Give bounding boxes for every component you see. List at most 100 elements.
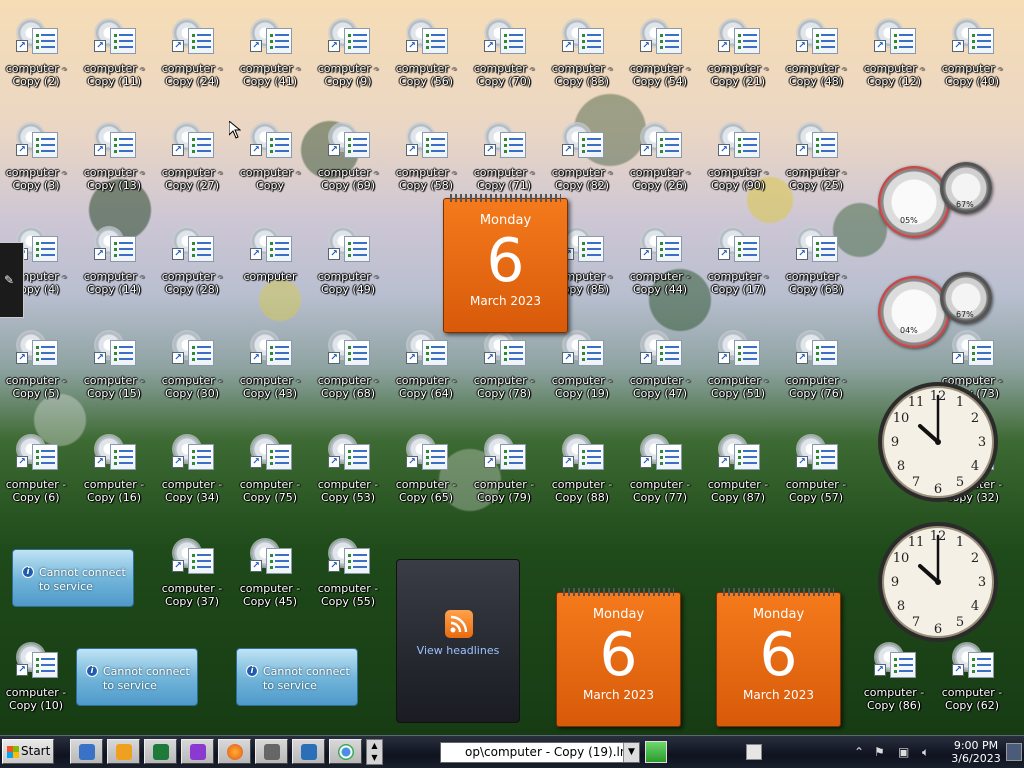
desktop-shortcut[interactable]: ↗ computer - Copy (25) (777, 114, 855, 204)
calendar-gadget[interactable]: Monday 6 March 2023 (716, 588, 841, 727)
quick-launch-terminal[interactable] (144, 739, 177, 764)
desktop-shortcut[interactable]: ↗ computer - Copy (76) (777, 322, 855, 412)
desktop-shortcut[interactable]: ↗ computer - Copy (3) (0, 114, 75, 204)
desktop-shortcut[interactable]: ↗ computer - Copy (45) (231, 530, 309, 620)
start-button[interactable]: Start (2, 739, 54, 764)
desktop-shortcut[interactable]: ↗ computer - Copy (56) (387, 10, 465, 100)
desktop-shortcut[interactable]: ↗ computer - Copy (231, 114, 309, 204)
desktop-shortcut[interactable]: ↗ computer - Copy (48) (777, 10, 855, 100)
desktop-shortcut[interactable]: ↗ computer - Copy (68) (309, 322, 387, 412)
desktop-shortcut[interactable]: ↗ computer - Copy (70) (465, 10, 543, 100)
desktop-shortcut[interactable]: ↗ computer (231, 218, 309, 308)
desktop-shortcut[interactable]: ↗ computer - Copy (21) (699, 10, 777, 100)
desktop-shortcut[interactable]: ↗ computer - Copy (47) (621, 322, 699, 412)
weather-gadget[interactable]: i Cannot connect to service (76, 648, 198, 706)
desktop-shortcut[interactable]: ↗ computer - Copy (71) (465, 114, 543, 204)
desktop-shortcut[interactable]: ↗ computer - Copy (28) (153, 218, 231, 308)
shortcut-arrow-icon: ↗ (16, 352, 28, 364)
desktop-shortcut[interactable]: ↗ computer - Copy (55) (309, 530, 387, 620)
calendar-gadget[interactable]: Monday 6 March 2023 (556, 588, 681, 727)
shortcut-arrow-icon: ↗ (640, 352, 652, 364)
sidebar-toggle[interactable]: ✎ (0, 242, 24, 318)
firefox-icon (227, 744, 243, 760)
quick-launch-chrome[interactable] (329, 739, 362, 764)
quick-launch-computer[interactable] (70, 739, 103, 764)
cpu-meter-gadget[interactable]: 04% 67% (876, 272, 996, 358)
desktop-shortcut[interactable]: ↗ computer - Copy (49) (309, 218, 387, 308)
desktop-shortcut[interactable]: ↗ computer - Copy (11) (75, 10, 153, 100)
quick-launch-chat[interactable] (181, 739, 214, 764)
network-icon[interactable]: ▣ (898, 745, 909, 759)
desktop-shortcut[interactable]: ↗ computer - Copy (34) (153, 426, 231, 516)
desktop[interactable]: ↗ computer - Copy (2) ↗ computer - Copy (11… (0, 0, 1024, 735)
desktop-shortcut[interactable]: ↗ computer - Copy (27) (153, 114, 231, 204)
desktop-shortcut[interactable]: ↗ computer - Copy (63) (777, 218, 855, 308)
desktop-shortcut[interactable]: ↗ computer - Copy (13) (75, 114, 153, 204)
desktop-shortcut[interactable]: ↗ computer - Copy (19) (543, 322, 621, 412)
desktop-shortcut[interactable]: ↗ computer - Copy (12) (855, 10, 933, 100)
desktop-shortcut[interactable]: ↗ computer - Copy (79) (465, 426, 543, 516)
desktop-shortcut[interactable]: ↗ computer - Copy (57) (777, 426, 855, 516)
weather-gadget[interactable]: i Cannot connect to service (12, 549, 134, 607)
notepad-icon[interactable] (746, 744, 762, 760)
view-headlines-link[interactable]: View headlines (397, 644, 519, 657)
weather-gadget[interactable]: i Cannot connect to service (236, 648, 358, 706)
quick-launch-display[interactable] (292, 739, 325, 764)
desktop-shortcut[interactable]: ↗ computer - Copy (83) (543, 10, 621, 100)
desktop-shortcut[interactable]: ↗ computer - Copy (24) (153, 10, 231, 100)
tray-clock[interactable]: 9:00 PM 3/6/2023 (948, 739, 1004, 765)
desktop-shortcut[interactable]: ↗ computer - Copy (5) (0, 322, 75, 412)
desktop-shortcut[interactable]: ↗ computer - Copy (51) (699, 322, 777, 412)
desktop-shortcut[interactable]: ↗ computer - Copy (43) (231, 322, 309, 412)
desktop-shortcut[interactable]: ↗ computer - Copy (62) (933, 634, 1011, 724)
desktop-shortcut[interactable]: ↗ computer - Copy (87) (699, 426, 777, 516)
dropdown-arrow-icon[interactable]: ▼ (623, 743, 639, 762)
cpu-meter-gadget[interactable]: 05% 67% (876, 162, 996, 248)
go-button[interactable] (645, 741, 667, 763)
feed-headlines-gadget[interactable]: View headlines (396, 559, 520, 723)
shortcut-label: computer - Copy (51) (707, 374, 769, 400)
shortcut-icon: ↗ (16, 332, 58, 372)
clock-gadget[interactable]: 12123 4567 891011 (876, 380, 1000, 504)
desktop-shortcut[interactable]: ↗ computer - Copy (82) (543, 114, 621, 204)
quick-launch-firefox[interactable] (218, 739, 251, 764)
svg-text:5: 5 (956, 475, 964, 490)
desktop-shortcut[interactable]: ↗ computer - Copy (54) (621, 10, 699, 100)
desktop-shortcut[interactable]: ↗ computer - Copy (10) (0, 634, 75, 724)
desktop-shortcut[interactable]: ↗ computer - Copy (2) (0, 10, 75, 100)
quick-launch-calculator[interactable] (255, 739, 288, 764)
desktop-shortcut[interactable]: ↗ computer - Copy (9) (309, 10, 387, 100)
desktop-shortcut[interactable]: ↗ computer - Copy (58) (387, 114, 465, 204)
desktop-shortcut[interactable]: ↗ computer - Copy (37) (153, 530, 231, 620)
desktop-shortcut[interactable]: ↗ computer - Copy (44) (621, 218, 699, 308)
desktop-shortcut[interactable]: ↗ computer - Copy (30) (153, 322, 231, 412)
calendar-gadget[interactable]: Monday 6 March 2023 (443, 194, 568, 333)
clock-gadget[interactable]: 12123 4567 891011 (876, 520, 1000, 644)
desktop-shortcut[interactable]: ↗ computer - Copy (53) (309, 426, 387, 516)
desktop-shortcut[interactable]: ↗ computer - Copy (40) (933, 10, 1011, 100)
desktop-shortcut[interactable]: ↗ computer - Copy (17) (699, 218, 777, 308)
address-bar[interactable]: op\computer - Copy (19).lnk ▼ (440, 742, 640, 763)
show-hidden-icons-icon[interactable]: ⌃ (854, 745, 864, 759)
desktop-shortcut[interactable]: ↗ computer - Copy (86) (855, 634, 933, 724)
desktop-shortcut[interactable]: ↗ computer - Copy (16) (75, 426, 153, 516)
desktop-shortcut[interactable]: ↗ computer - Copy (6) (0, 426, 75, 516)
flag-icon[interactable]: ⚑ (874, 745, 885, 759)
desktop-shortcut[interactable]: ↗ computer - Copy (75) (231, 426, 309, 516)
desktop-shortcut[interactable]: ↗ computer - Copy (64) (387, 322, 465, 412)
show-desktop-button[interactable] (1006, 743, 1022, 761)
desktop-shortcut[interactable]: ↗ computer - Copy (90) (699, 114, 777, 204)
desktop-shortcut[interactable]: ↗ computer - Copy (26) (621, 114, 699, 204)
shortcut-icon: ↗ (640, 20, 682, 60)
desktop-shortcut[interactable]: ↗ computer - Copy (15) (75, 322, 153, 412)
volume-icon[interactable]: 🔈︎ (922, 745, 929, 760)
desktop-shortcut[interactable]: ↗ computer - Copy (69) (309, 114, 387, 204)
desktop-shortcut[interactable]: ↗ computer - Copy (88) (543, 426, 621, 516)
desktop-shortcut[interactable]: ↗ computer - Copy (65) (387, 426, 465, 516)
quick-launch-scroll[interactable]: ▲ ▼ (366, 739, 383, 765)
desktop-shortcut[interactable]: ↗ computer - Copy (77) (621, 426, 699, 516)
desktop-shortcut[interactable]: ↗ computer - Copy (41) (231, 10, 309, 100)
quick-launch-media[interactable] (107, 739, 140, 764)
desktop-shortcut[interactable]: ↗ computer - Copy (78) (465, 322, 543, 412)
desktop-shortcut[interactable]: ↗ computer - Copy (14) (75, 218, 153, 308)
